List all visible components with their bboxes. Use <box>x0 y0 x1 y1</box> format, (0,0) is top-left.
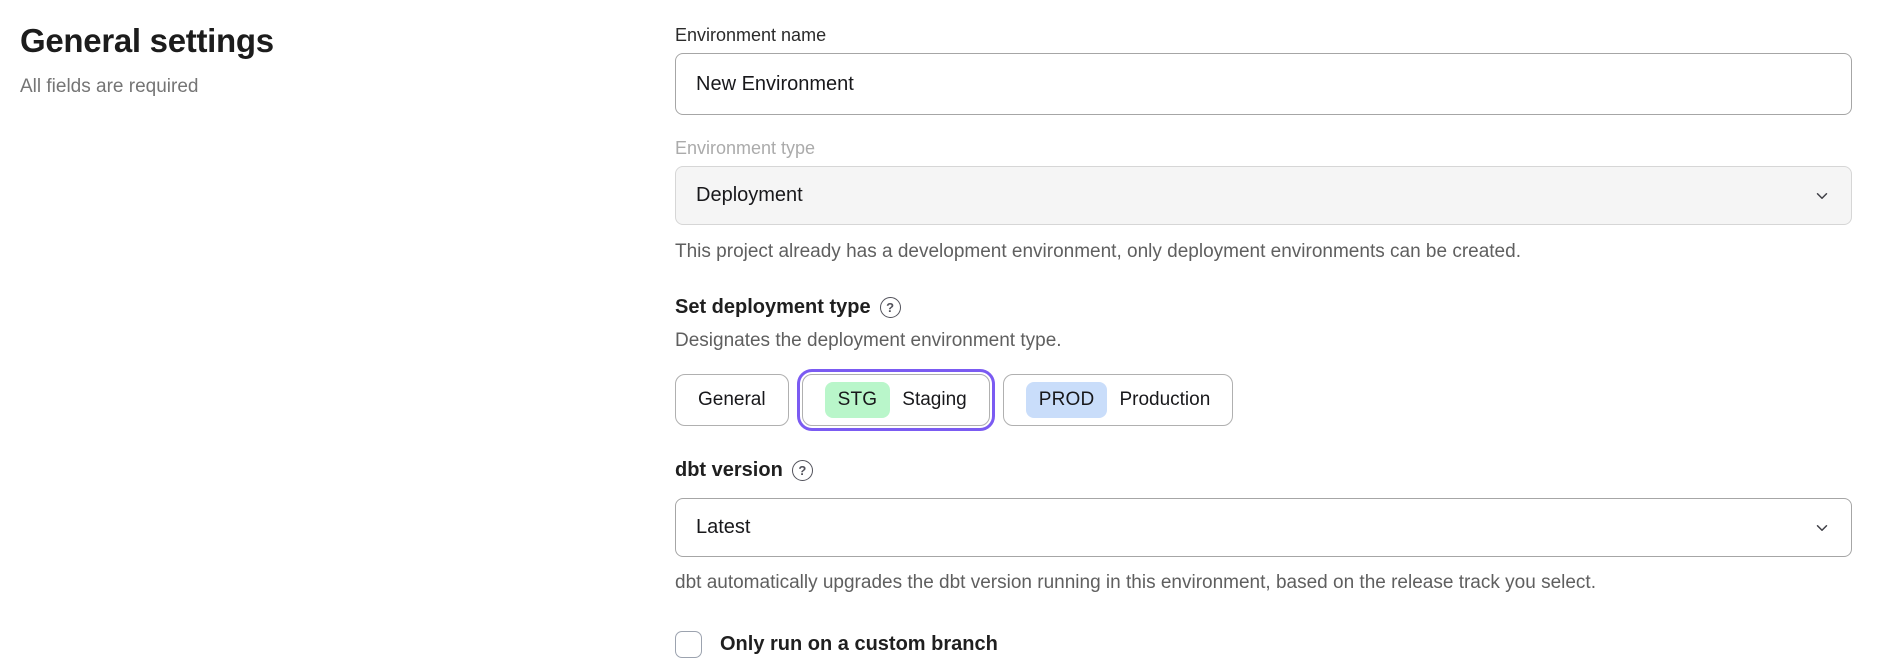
deployment-type-description: Designates the deployment environment ty… <box>675 330 1852 352</box>
general-settings-page: General settings All fields are required… <box>0 0 1888 660</box>
dbt-version-heading-label: dbt version <box>675 459 783 482</box>
option-label: Production <box>1119 389 1210 411</box>
chevron-down-icon <box>1813 519 1831 537</box>
dbt-version-helper: dbt automatically upgrades the dbt versi… <box>675 571 1852 595</box>
deployment-type-option-staging[interactable]: STG Staging <box>802 374 990 426</box>
environment-name-label: Environment name <box>675 24 1852 46</box>
environment-form: Environment name Environment type Deploy… <box>675 24 1852 658</box>
custom-branch-checkbox[interactable] <box>675 631 702 658</box>
help-icon[interactable]: ? <box>880 297 901 318</box>
production-badge: PROD <box>1026 382 1108 418</box>
help-icon[interactable]: ? <box>792 460 813 481</box>
environment-type-select: Deployment <box>675 166 1852 225</box>
custom-branch-label[interactable]: Only run on a custom branch <box>720 633 998 656</box>
environment-name-input[interactable] <box>675 53 1852 115</box>
page-subtitle: All fields are required <box>20 76 620 98</box>
environment-type-helper: This project already has a development e… <box>675 240 1852 264</box>
page-title: General settings <box>20 22 620 60</box>
selected-option-ring: STG Staging <box>797 369 995 431</box>
chevron-down-icon <box>1813 187 1831 205</box>
option-label: Staging <box>902 389 966 411</box>
dbt-version-value: Latest <box>696 516 750 539</box>
custom-branch-row: Only run on a custom branch <box>675 631 1852 658</box>
dbt-version-heading: dbt version ? <box>675 459 1852 482</box>
dbt-version-select[interactable]: Latest <box>675 498 1852 557</box>
staging-badge: STG <box>825 382 891 418</box>
deployment-type-heading: Set deployment type ? <box>675 296 1852 319</box>
deployment-type-option-production[interactable]: PROD Production <box>1003 374 1234 426</box>
deployment-type-heading-label: Set deployment type <box>675 296 871 319</box>
deployment-type-options: General STG Staging PROD Production <box>675 369 1852 431</box>
settings-header: General settings All fields are required <box>20 22 620 98</box>
environment-type-value: Deployment <box>696 184 803 207</box>
deployment-type-option-general[interactable]: General <box>675 374 789 426</box>
option-label: General <box>698 389 766 411</box>
environment-type-label: Environment type <box>675 137 1852 159</box>
